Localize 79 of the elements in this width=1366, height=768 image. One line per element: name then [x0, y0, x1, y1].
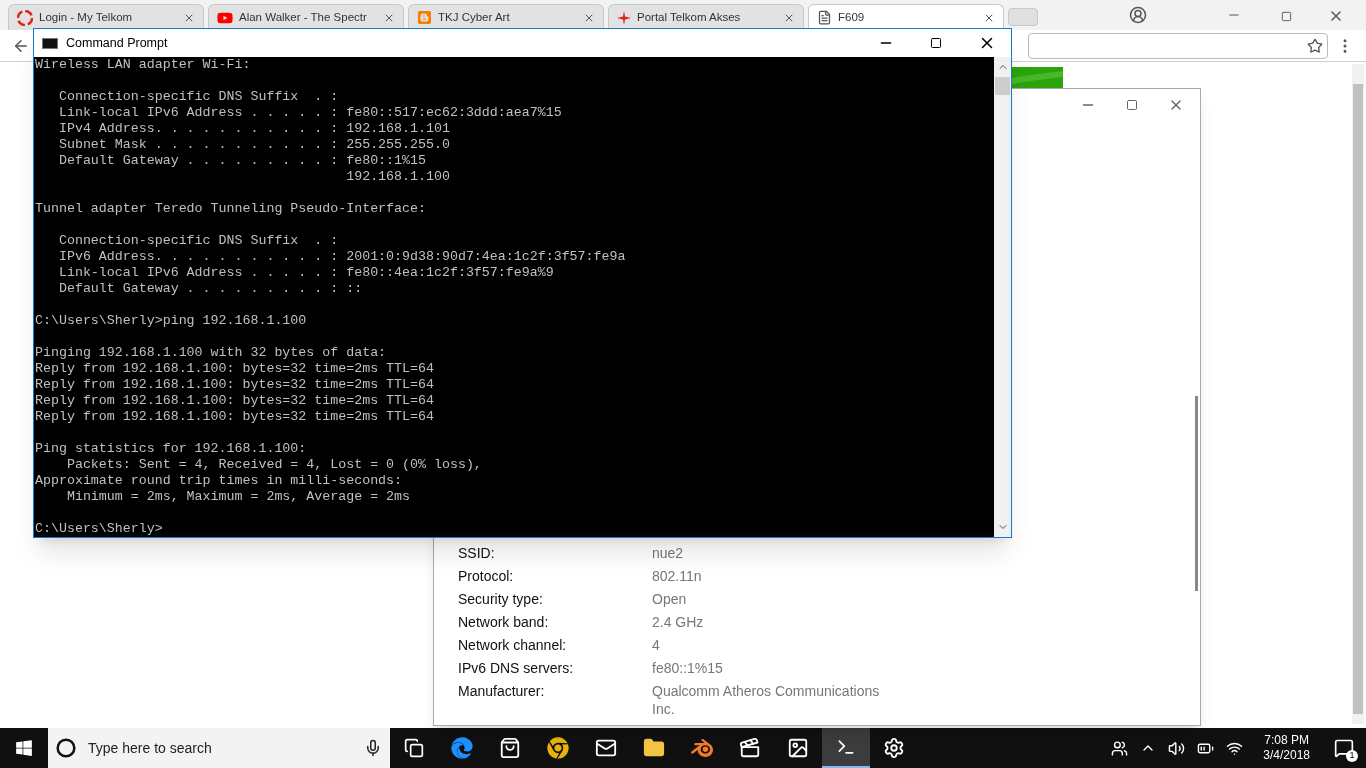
property-label: Protocol: [458, 566, 515, 585]
property-value: Open [652, 589, 688, 608]
console-line: C:\Users\Sherly> [35, 521, 164, 537]
console-line: C:\Users\Sherly>ping 192.168.1.100 [35, 313, 308, 329]
console-line: Link-local IPv6 Address . . . . . : fe80::517:ec62:3ddd:aea7%15 [57, 105, 563, 121]
property-value: fe80::1%15 [652, 658, 724, 677]
console-line: Subnet Mask . . . . . . . . . . . : 255.255.255.0 [57, 137, 451, 153]
console-line: Minimum = 2ms, Maximum = 2ms, Average = 2ms [65, 489, 412, 505]
page-scrollbar[interactable] [1352, 64, 1364, 724]
swirl-icon [17, 9, 33, 26]
console-line: Packets: Sent = 4, Received = 4, Lost = 0 (0% loss), [65, 457, 483, 473]
property-value: Qualcomm Atheros Communications Inc. [652, 681, 881, 718]
restore-icon[interactable] [1281, 11, 1292, 22]
console-line: Link-local IPv6 Address . . . . . : fe80::4ea:1c2f:3f57:fe9a%9 [57, 265, 555, 281]
console-line: IPv4 Address. . . . . . . . . . . : 192.168.1.101 [57, 121, 451, 137]
property-label: IPv6 DNS servers: [458, 658, 575, 677]
console-line: Reply from 192.168.1.100: bytes=32 time=2ms TTL=64 [35, 361, 435, 377]
microphone-icon[interactable] [364, 739, 382, 757]
console-line: Approximate round trip times in milli-seconds: [35, 473, 404, 489]
property-label: Network channel: [458, 635, 568, 654]
settings-icon [883, 737, 905, 759]
edge-icon [451, 737, 473, 759]
console-line: Pinging 192.168.1.100 with 32 bytes of data: [35, 345, 388, 361]
console-line: Connection-specific DNS Suffix . : [57, 233, 340, 249]
volume-icon[interactable] [1168, 739, 1186, 757]
scroll-thumb[interactable] [995, 77, 1010, 95]
people-icon[interactable] [1111, 739, 1129, 757]
chrome-icon [547, 737, 569, 759]
console-line: Wireless LAN adapter Wi-Fi: [35, 57, 252, 73]
task-view-icon [404, 738, 424, 758]
clock-time[interactable]: 7:08 PM [1264, 733, 1309, 748]
page-icon [817, 10, 832, 25]
console-line: Default Gateway . . . . . . . . . : fe80::1%15 [57, 153, 427, 169]
browser-tab[interactable]: F609 [808, 4, 1004, 30]
console-line: Tunnel adapter Teredo Tunneling Pseudo-Interface: [35, 201, 427, 217]
console-line: Ping statistics for 192.168.1.100: [35, 441, 308, 457]
notification-count: 1 [1346, 750, 1358, 762]
scroll-thumb[interactable] [1353, 84, 1363, 714]
terminal-icon [836, 737, 856, 757]
shopping-bag-icon [499, 737, 521, 759]
scroll-thumb[interactable] [1195, 396, 1198, 591]
property-value: nue2 [652, 543, 685, 562]
clapperboard-icon [739, 737, 761, 759]
console-line: Reply from 192.168.1.100: bytes=32 time=2ms TTL=64 [35, 393, 435, 409]
windows-logo-icon [15, 739, 33, 757]
bookmark-star-icon[interactable] [1307, 37, 1323, 54]
property-value: 2.4 GHz [652, 612, 705, 631]
property-label: Network band: [458, 612, 550, 631]
property-label: Manufacturer: [458, 681, 546, 701]
property-label: Security type: [458, 589, 544, 608]
property-value: 802.11n [652, 566, 703, 585]
profile-icon[interactable] [1129, 6, 1147, 24]
browser-tab[interactable]: TKJ Cyber Art [408, 4, 604, 30]
taskbar-app[interactable] [822, 728, 870, 768]
console-line: IPv6 Address. . . . . . . . . . . : 2001:0:9d38:90d7:4ea:1c2f:3f57:fe9a [57, 249, 627, 265]
browser-tab[interactable]: Portal Telkom Akses [608, 4, 804, 30]
folder-icon [643, 737, 665, 759]
browser-tab[interactable]: Login - My Telkom [8, 4, 204, 30]
cortana-icon [56, 738, 76, 758]
console-icon [42, 37, 58, 49]
property-label: SSID: [458, 543, 496, 562]
maximize-icon[interactable] [930, 37, 942, 49]
search-field[interactable]: Type here to search [48, 728, 390, 768]
console-line: Reply from 192.168.1.100: bytes=32 time=2ms TTL=64 [35, 377, 435, 393]
property-value: 4 [652, 635, 661, 654]
browser-tab[interactable]: Alan Walker - The Spectr [208, 4, 404, 30]
blogger-icon [417, 10, 432, 25]
envelope-icon [595, 737, 617, 759]
console-scrollbar[interactable] [994, 57, 1011, 537]
blender-icon [691, 737, 713, 759]
console-line: Connection-specific DNS Suffix . : [57, 89, 340, 105]
notification-button[interactable]: 1 [1330, 734, 1358, 762]
search-input[interactable]: Type here to search [88, 737, 352, 759]
window-title: Command Prompt [66, 34, 169, 52]
console-line: Reply from 192.168.1.100: bytes=32 time=2ms TTL=64 [35, 409, 435, 425]
console-line: Default Gateway . . . . . . . . . : :: [57, 281, 364, 297]
clock-date[interactable]: 3/4/2018 [1263, 748, 1310, 763]
photo-icon [787, 737, 809, 759]
console-line: 192.168.1.100 [345, 169, 451, 185]
